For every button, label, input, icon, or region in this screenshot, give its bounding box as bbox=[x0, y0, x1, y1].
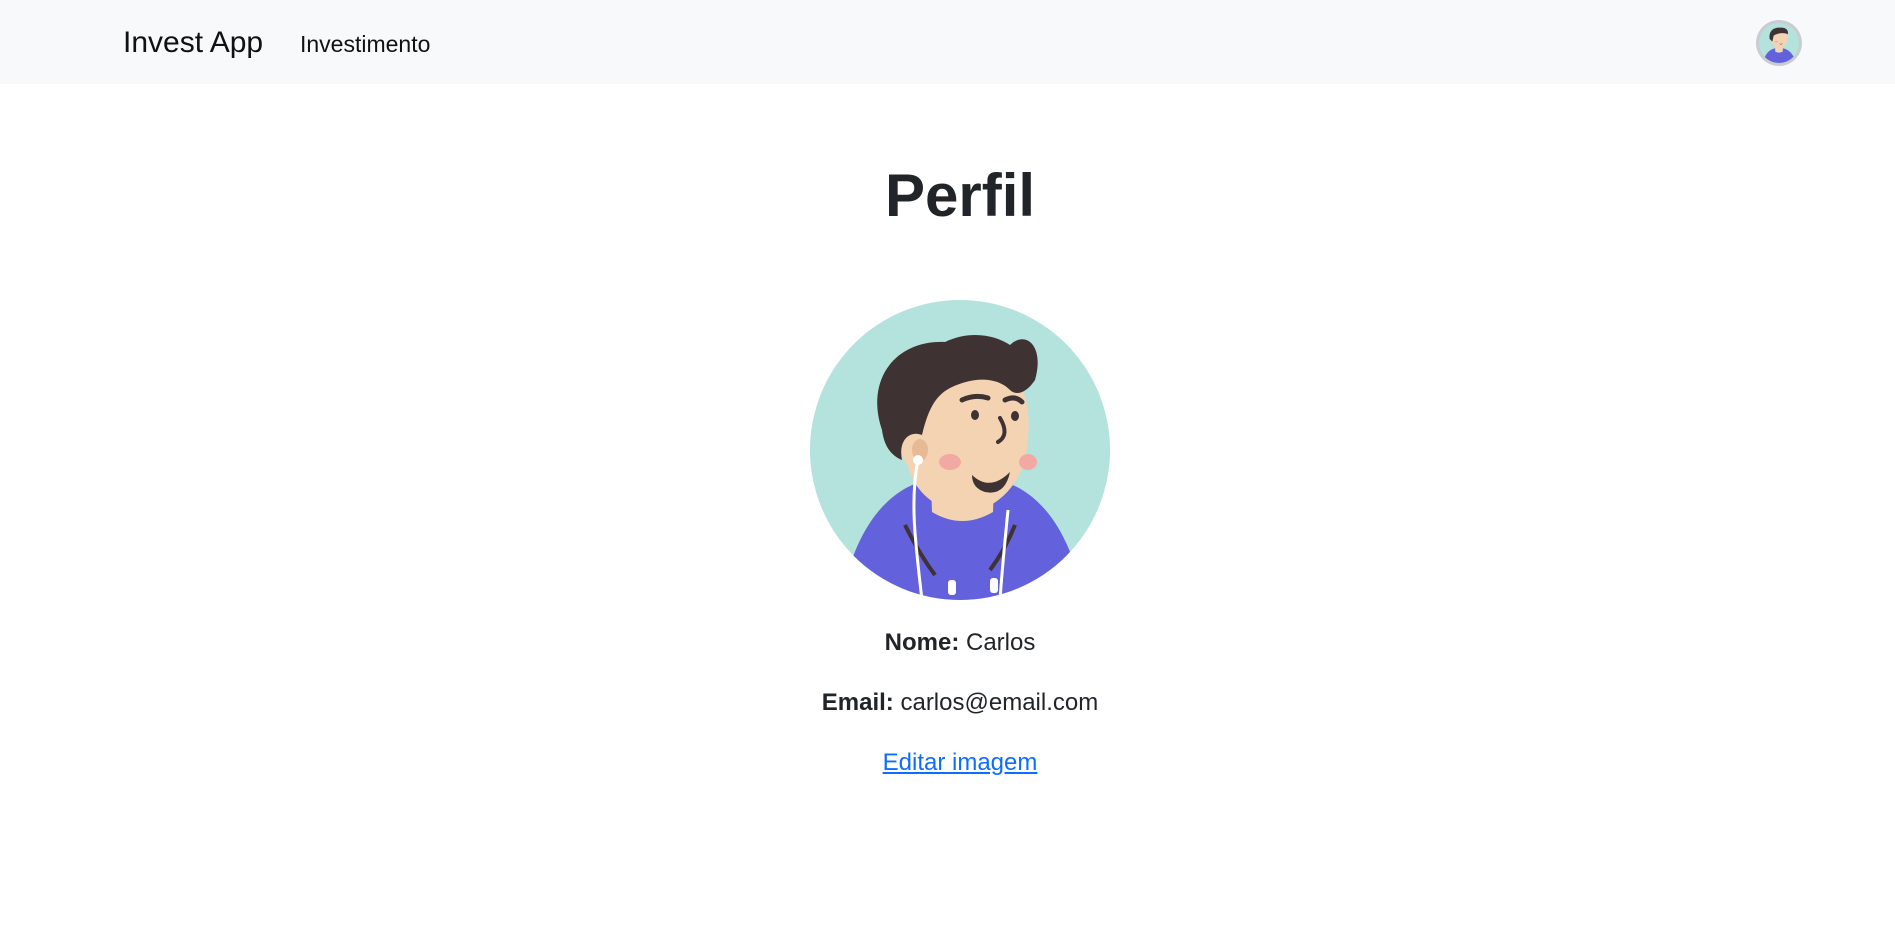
brand-link[interactable]: Invest App bbox=[123, 22, 263, 64]
profile-name-line: Nome: Carlos bbox=[0, 627, 1895, 659]
top-navbar: Invest App Investimento bbox=[0, 0, 1895, 84]
name-label: Nome: bbox=[884, 629, 960, 656]
email-value: carlos@email.com bbox=[900, 689, 1099, 716]
page-title: Perfil bbox=[884, 162, 1036, 229]
profile-email-line: Email: carlos@email.com bbox=[0, 687, 1895, 719]
user-avatar-icon[interactable] bbox=[1756, 20, 1802, 66]
nav-link-investimento[interactable]: Investimento bbox=[300, 28, 430, 60]
name-value: Carlos bbox=[965, 629, 1036, 656]
edit-image-link[interactable]: Editar imagem bbox=[883, 749, 1038, 776]
profile-avatar bbox=[810, 300, 1110, 600]
user-avatar-illustration bbox=[810, 300, 1110, 600]
edit-image-container: Editar imagem bbox=[0, 747, 1895, 779]
email-label: Email: bbox=[821, 689, 894, 716]
avatar-mini-illustration bbox=[1759, 23, 1799, 63]
